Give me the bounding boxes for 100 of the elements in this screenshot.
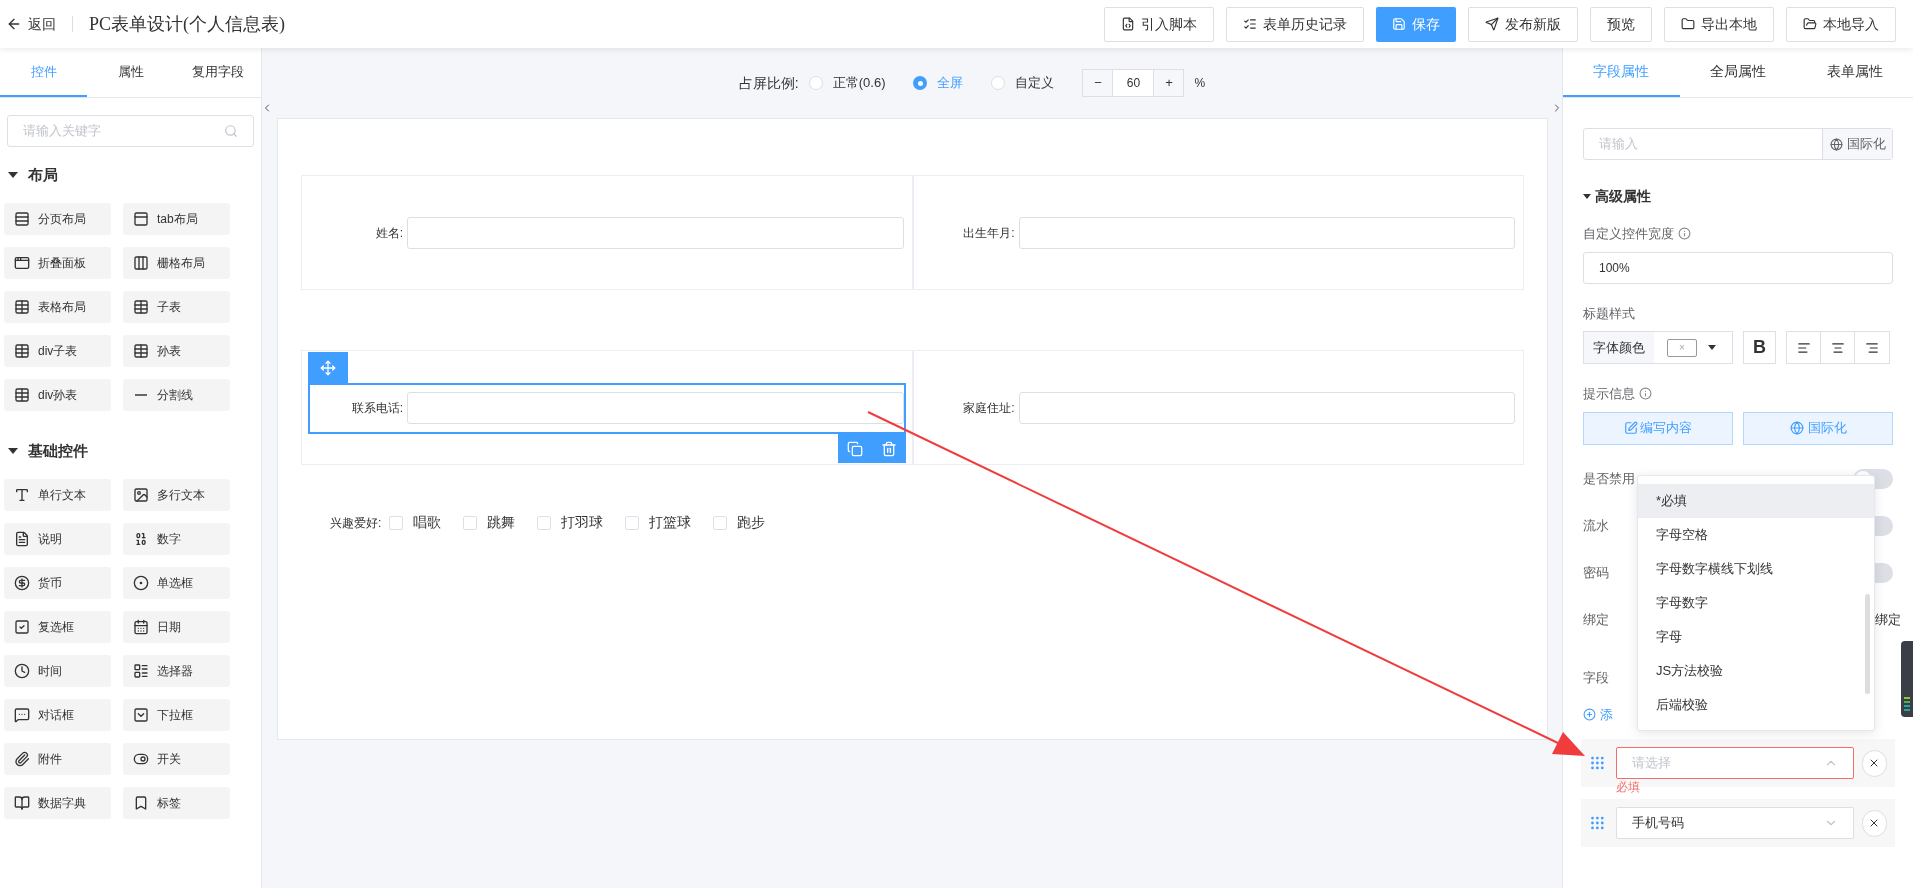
property-label: 绑定 <box>1583 610 1609 629</box>
text-input[interactable] <box>407 216 904 249</box>
dropdown-option[interactable]: 字母数字 <box>1638 585 1874 620</box>
property-label: 自定义控件宽度 <box>1583 225 1674 243</box>
toolbar-button[interactable]: 表单历史记录 <box>1226 6 1364 42</box>
toolbar-button[interactable]: 预览 <box>1590 6 1652 42</box>
control-item[interactable]: 栅格布局 <box>123 247 230 279</box>
zoom-value[interactable]: 60 <box>1113 74 1154 92</box>
panel-tab[interactable]: 表单属性 <box>1796 48 1913 97</box>
hobby-checkbox[interactable]: 打篮球 <box>625 512 692 533</box>
toolbar-button[interactable]: 导出本地 <box>1664 6 1774 42</box>
dropdown-option[interactable]: 字母数字横线下划线 <box>1638 551 1874 586</box>
align-center-icon <box>1830 340 1845 355</box>
caret-icon <box>1708 345 1716 350</box>
control-item[interactable]: 多行文本 <box>123 479 230 511</box>
folder-icon <box>1681 17 1695 31</box>
group-title: 基础控件 <box>28 440 88 461</box>
control-item[interactable]: 分页布局 <box>4 203 111 235</box>
number-icon <box>133 531 149 547</box>
bind-link[interactable]: 绑定 <box>1875 609 1901 630</box>
i18n-button[interactable]: 国际化 <box>1822 129 1892 159</box>
section-title: 高级属性 <box>1595 186 1651 206</box>
hobby-checkbox[interactable]: 打羽球 <box>537 512 604 533</box>
control-item[interactable]: 标签 <box>123 787 230 819</box>
control-item[interactable]: 开关 <box>123 743 230 775</box>
control-item[interactable]: tab布局 <box>123 203 230 235</box>
property-label: 提示信息 <box>1583 385 1635 403</box>
control-item[interactable]: 孙表 <box>123 335 230 367</box>
collapse-caret-icon[interactable] <box>1583 193 1591 199</box>
bold-button[interactable]: B <box>1743 331 1776 364</box>
control-item[interactable]: 日期 <box>123 611 230 643</box>
name-field[interactable]: 请输入 国际化 <box>1583 128 1893 160</box>
control-item[interactable]: 货币 <box>4 567 111 599</box>
remove-button[interactable] <box>1861 749 1887 777</box>
table-icon <box>14 387 30 403</box>
ratio-radio[interactable]: 自定义 <box>991 73 1055 93</box>
add-icon[interactable] <box>1583 708 1596 722</box>
dropdown-option[interactable]: 字母空格 <box>1638 517 1874 552</box>
control-item[interactable]: 数据字典 <box>4 787 111 819</box>
rule-select[interactable]: 手机号码 <box>1615 806 1854 839</box>
globe-icon <box>1789 421 1804 435</box>
toolbar-button[interactable]: 本地导入 <box>1786 6 1896 42</box>
control-item[interactable]: 下拉框 <box>123 699 230 731</box>
control-item[interactable]: 选择器 <box>123 655 230 687</box>
control-item[interactable]: 时间 <box>4 655 111 687</box>
search-icon <box>224 124 238 138</box>
dropdown-option[interactable]: JS方法校验 <box>1638 653 1874 688</box>
align-right-icon <box>1865 340 1879 355</box>
control-item[interactable]: div子表 <box>4 335 111 367</box>
save-icon <box>1392 17 1406 31</box>
edit-icon <box>1624 421 1638 435</box>
table-icon <box>14 343 30 359</box>
hobby-checkbox[interactable]: 跳舞 <box>463 512 516 533</box>
text-input[interactable] <box>1018 391 1515 424</box>
toolbar-button[interactable]: 发布新版 <box>1468 6 1578 42</box>
collapse-caret-icon[interactable] <box>8 172 18 178</box>
control-item[interactable]: 说明 <box>4 523 111 555</box>
control-item[interactable]: 表格布局 <box>4 291 111 323</box>
copy-icon[interactable] <box>846 440 863 457</box>
remove-button[interactable] <box>1861 809 1887 837</box>
font-color-picker[interactable]: 字体颜色 × <box>1583 331 1733 364</box>
panel-tab[interactable]: 属性 <box>87 48 174 97</box>
text-input[interactable] <box>1018 216 1515 249</box>
control-item[interactable]: 附件 <box>4 743 111 775</box>
hobby-checkbox[interactable]: 唱歌 <box>389 512 442 533</box>
back-button[interactable]: 返回 <box>6 13 56 35</box>
dropdown-option[interactable]: *必填 <box>1638 483 1874 518</box>
control-item[interactable]: 数字 <box>123 523 230 555</box>
control-item[interactable]: 复选框 <box>4 611 111 643</box>
control-item[interactable]: 子表 <box>123 291 230 323</box>
table-icon <box>133 299 149 315</box>
width-field[interactable]: 100% <box>1583 251 1893 284</box>
search-input[interactable]: 请输入关键字 <box>23 121 224 141</box>
hobby-checkbox[interactable]: 跑步 <box>713 512 766 533</box>
tab-icon <box>133 211 149 227</box>
panel-tab[interactable]: 全局属性 <box>1679 48 1797 97</box>
dropdown-option[interactable]: 字母 <box>1638 619 1874 654</box>
decrement-button[interactable]: − <box>1083 70 1114 96</box>
control-item[interactable]: 分割线 <box>123 379 230 411</box>
panel-tab[interactable]: 复用字段 <box>174 48 261 97</box>
control-item[interactable]: 单行文本 <box>4 479 111 511</box>
ratio-radio[interactable]: 正常(0.6) <box>808 73 886 93</box>
font-color-label: 字体颜色 <box>1584 332 1654 363</box>
control-item[interactable]: 折叠面板 <box>4 247 111 279</box>
currency-icon <box>14 575 30 591</box>
toolbar-button[interactable]: 引入脚本 <box>1104 6 1214 42</box>
collapse-caret-icon[interactable] <box>8 448 18 454</box>
search-field[interactable]: 请输入关键字 <box>7 115 254 147</box>
delete-icon[interactable] <box>880 440 897 457</box>
book-icon <box>14 795 30 811</box>
dropdown-option[interactable]: 后端校验 <box>1638 687 1874 722</box>
align-left-icon <box>1796 340 1811 355</box>
control-item[interactable]: div孙表 <box>4 379 111 411</box>
table-icon <box>133 343 149 359</box>
control-item[interactable]: 单选框 <box>123 567 230 599</box>
field-label: 兴趣爱好: <box>330 514 382 532</box>
control-item[interactable]: 对话框 <box>4 699 111 731</box>
move-handle[interactable] <box>308 352 348 383</box>
increment-button[interactable]: + <box>1153 70 1184 96</box>
text-input[interactable] <box>407 391 904 424</box>
